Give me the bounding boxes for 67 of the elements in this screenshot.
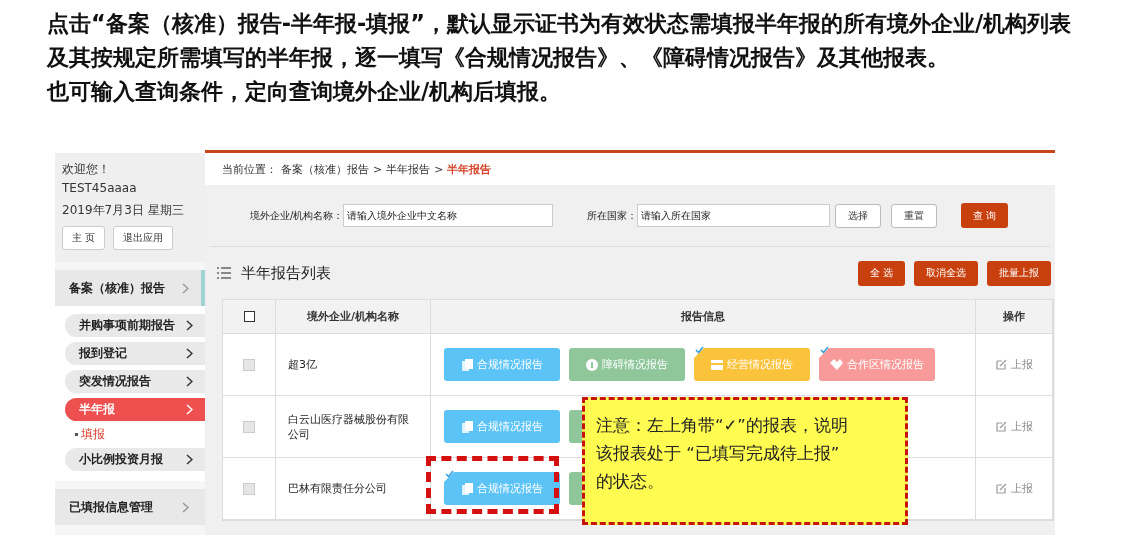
breadcrumb-link[interactable]: 备案（核准）报告: [281, 161, 369, 177]
select-all-button[interactable]: 全 选: [858, 260, 905, 286]
sidebar-subitem[interactable]: 填报: [81, 426, 105, 443]
greeting-text: 欢迎您！: [62, 161, 111, 178]
sidebar-item[interactable]: 半年报: [65, 398, 205, 421]
list-icon: [217, 267, 231, 279]
breadcrumb-separator: >: [434, 162, 444, 176]
field-label: 所在国家：: [587, 208, 638, 223]
breadcrumb-separator: >: [373, 162, 383, 176]
country-input[interactable]: 请输入所在国家: [637, 204, 831, 227]
submit-link[interactable]: 上报: [995, 481, 1033, 496]
edit-icon: [995, 359, 1007, 370]
chevron-icon: [186, 404, 193, 415]
note-text: 注意：左上角带“✓”的报表，说明: [596, 415, 849, 437]
sidebar-item[interactable]: 并购事项前期报告: [65, 314, 205, 337]
chevron-icon: [186, 454, 193, 465]
row-checkbox[interactable]: [243, 420, 255, 433]
row-checkbox[interactable]: [243, 358, 255, 371]
note-text: 该报表处于 “已填写完成待上报”: [596, 443, 841, 465]
chevron-icon: [182, 501, 189, 513]
list-title: 半年报告列表: [241, 263, 331, 283]
sidebar-item[interactable]: 报到登记: [65, 342, 205, 365]
name-input[interactable]: 请输入境外企业中文名称: [343, 204, 554, 227]
table-cell: 白云山医疗器械股份有限公司: [276, 396, 431, 458]
chevron-icon: [186, 376, 193, 387]
home-button[interactable]: 主 页: [62, 226, 105, 250]
header-checkbox[interactable]: [243, 311, 255, 322]
batch-submit-button[interactable]: 批量上报: [987, 260, 1051, 286]
chevron-icon: [186, 320, 193, 331]
breadcrumb-label: 当前位置：: [222, 161, 277, 177]
column-header: 报告信息: [431, 300, 976, 334]
document-icon: [461, 420, 473, 433]
chevron-icon: [182, 282, 189, 294]
table-cell: 巴林有限责任分公司: [276, 458, 431, 520]
submit-link[interactable]: 上报: [995, 357, 1033, 372]
bullet-icon: [75, 433, 78, 436]
table-cell: 超3亿: [276, 334, 431, 396]
sidebar-item[interactable]: 小比例投资月报: [65, 448, 205, 471]
report-button[interactable]: [569, 472, 582, 505]
sidebar-item[interactable]: 突发情况报告: [65, 370, 205, 393]
edit-icon: [995, 483, 1007, 494]
choose-button[interactable]: 选择: [835, 203, 882, 228]
info-icon: [586, 358, 598, 371]
document-icon: [461, 482, 473, 495]
breadcrumb-current: 半年报告: [447, 161, 492, 177]
instruction-text: 点击“备案（核准）报告-半年报-填报”，默认显示证书为有效状态需填报半年报的所有境外企业/机构列表及其按规定所需填写的半年报，逐一填写《合规情况报告》、《障碍情况报告》及其他报表。: [47, 9, 1073, 72]
submit-link[interactable]: 上报: [995, 419, 1033, 434]
query-button[interactable]: 查 询: [961, 203, 1008, 228]
document-icon: [461, 358, 473, 371]
note-text: 的状态。: [596, 471, 665, 493]
field-label: 境外企业/机构名称：: [250, 208, 344, 223]
row-checkbox[interactable]: [243, 482, 255, 495]
edit-icon: [995, 421, 1007, 432]
sidebar-section[interactable]: 已填报信息管理: [55, 489, 205, 525]
breadcrumb-link[interactable]: 半年报告: [386, 161, 431, 177]
reset-button[interactable]: 重置: [891, 203, 938, 228]
deselect-all-button[interactable]: 取消全选: [914, 260, 978, 286]
instruction-text: 也可输入查询条件，定向查询境外企业/机构后填报。: [47, 77, 563, 106]
column-header: 境外企业/机构名称: [276, 300, 431, 334]
date-text: 2019年7月3日 星期三: [62, 202, 185, 219]
report-button[interactable]: [569, 410, 582, 443]
card-icon: [711, 359, 723, 370]
column-header: 操作: [976, 300, 1053, 334]
chevron-icon: [186, 348, 193, 359]
logout-button[interactable]: 退出应用: [112, 226, 173, 250]
sidebar-section[interactable]: 备案（核准）报告: [55, 270, 205, 306]
user-name: TEST45aaaa: [62, 181, 138, 195]
